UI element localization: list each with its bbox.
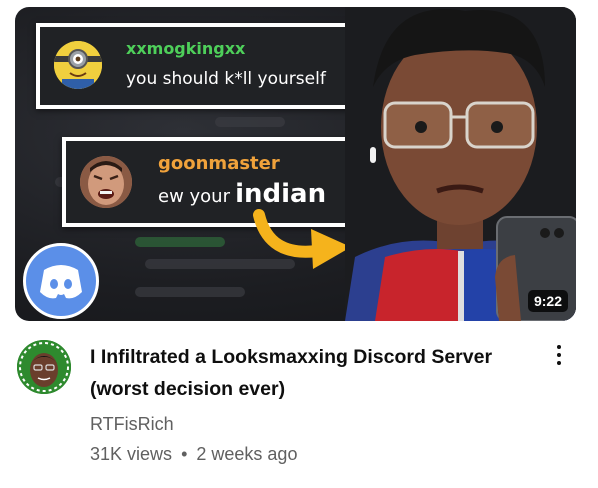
video-duration-badge: 9:22 bbox=[527, 290, 568, 312]
channel-avatar[interactable] bbox=[17, 340, 71, 394]
chat-background-line bbox=[215, 117, 285, 127]
video-thumbnail[interactable]: xxmogkingxx you should k*ll yourself goo… bbox=[15, 7, 576, 321]
creator-photo bbox=[345, 7, 576, 321]
upload-age: 2 weeks ago bbox=[196, 444, 298, 464]
video-title[interactable]: I Infiltrated a Looksmaxxing Discord Ser… bbox=[90, 341, 510, 405]
channel-name[interactable]: RTFisRich bbox=[90, 414, 174, 435]
message-text: ew your indian bbox=[158, 179, 326, 209]
discord-logo-icon bbox=[23, 243, 99, 319]
chat-background-line bbox=[135, 287, 245, 297]
video-metadata: 31K views • 2 weeks ago bbox=[90, 444, 297, 465]
user-avatar-angry-face bbox=[80, 156, 132, 208]
chat-background-line bbox=[135, 237, 225, 247]
more-options-icon[interactable] bbox=[547, 342, 571, 372]
message-text-emphasis: indian bbox=[235, 179, 327, 209]
discord-message-card-1: xxmogkingxx you should k*ll yourself bbox=[36, 23, 360, 109]
view-count: 31K views bbox=[90, 444, 173, 464]
message-username: xxmogkingxx bbox=[126, 39, 246, 58]
message-text-prefix: ew your bbox=[158, 186, 230, 207]
metadata-separator: • bbox=[181, 444, 188, 464]
message-text: you should k*ll yourself bbox=[126, 69, 326, 89]
user-avatar-minion bbox=[54, 41, 102, 89]
message-username: goonmaster bbox=[158, 153, 280, 174]
